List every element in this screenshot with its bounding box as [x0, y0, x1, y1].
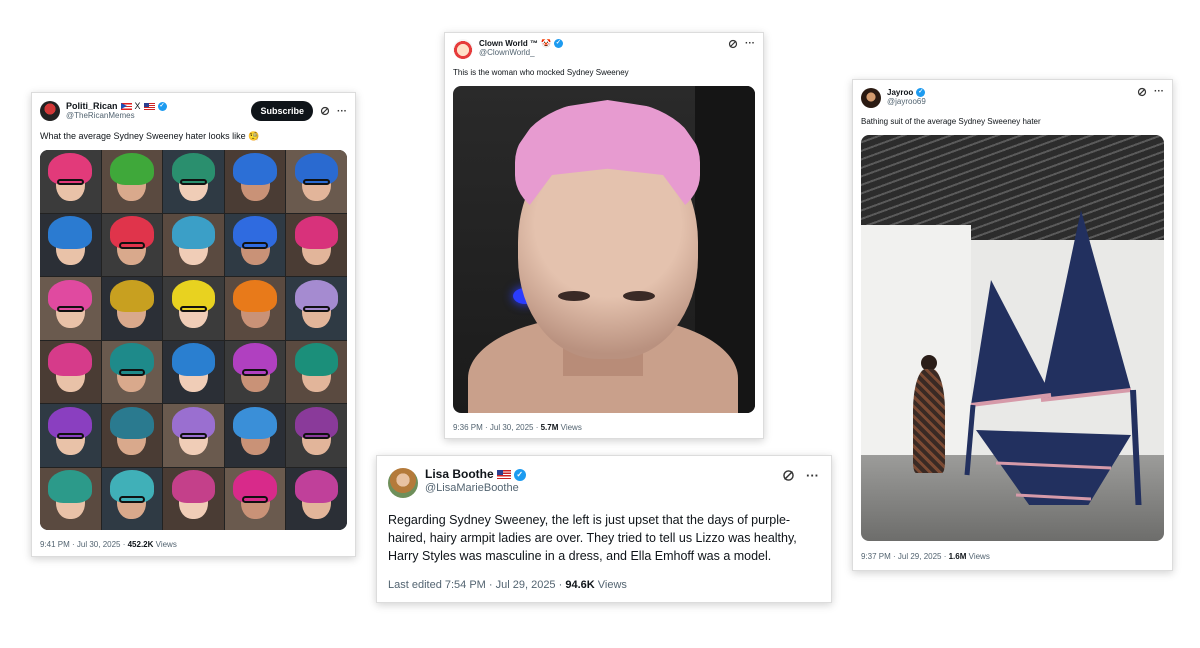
puerto-rico-flag-icon: [120, 102, 132, 110]
views-count: 452.2K: [127, 540, 154, 549]
grok-icon[interactable]: [728, 39, 738, 49]
timestamp[interactable]: 9:36 PM · Jul 30, 2025 ·: [453, 423, 541, 432]
avatar[interactable]: [40, 101, 60, 121]
collage-portrait: [101, 340, 163, 403]
display-name[interactable]: Jayroo: [887, 88, 913, 97]
collage-portrait: [286, 404, 347, 467]
photo-eye-right: [623, 291, 655, 301]
tweet-meta: 9:36 PM · Jul 30, 2025 · 5.7M Views: [453, 423, 582, 432]
collage-portrait: [40, 277, 101, 340]
more-options-icon[interactable]: ···: [806, 468, 819, 483]
collage-portrait: [101, 150, 163, 213]
more-options-icon[interactable]: ···: [745, 38, 755, 49]
handle[interactable]: @ClownWorld_: [479, 48, 563, 57]
verified-badge-icon: ✓: [513, 468, 526, 481]
timestamp[interactable]: 9:41 PM · Jul 30, 2025 ·: [40, 540, 128, 549]
tweet-text: Regarding Sydney Sweeney, the left is ju…: [388, 513, 797, 563]
timestamp[interactable]: Last edited 7:54 PM · Jul 29, 2025 ·: [388, 579, 565, 591]
collage-portrait: [286, 150, 347, 213]
collage-portrait: [40, 467, 101, 530]
more-options-icon[interactable]: ···: [1154, 86, 1164, 97]
verified-badge-icon: ✓: [553, 39, 563, 49]
grok-icon[interactable]: [782, 469, 795, 482]
views-label: Views: [558, 423, 582, 432]
timestamp[interactable]: 9:37 PM · Jul 29, 2025 ·: [861, 552, 949, 561]
collage-portrait: [286, 467, 347, 530]
collage-portrait: [101, 277, 163, 340]
views-count: 94.6K: [565, 579, 595, 591]
collage-portrait: [224, 467, 286, 530]
collage-portrait: [101, 213, 163, 276]
tweet-header: Jayroo ✓ @jayroo69: [861, 88, 926, 108]
subscribe-button[interactable]: Subscribe: [251, 101, 313, 121]
us-flag-icon: [496, 470, 511, 480]
collage-portrait: [101, 467, 163, 530]
grok-icon[interactable]: [320, 106, 330, 116]
views-count: 1.6M: [948, 552, 967, 561]
avatar[interactable]: [388, 468, 418, 498]
photo-person: [909, 355, 949, 477]
collage-portrait: [163, 213, 224, 276]
tweet-text: Bathing suit of the average Sydney Sween…: [861, 117, 1041, 126]
handle[interactable]: @TheRicanMemes: [66, 111, 167, 120]
tweet-header: Lisa Boothe ✓ @LisaMarieBoothe: [388, 467, 526, 498]
name-suffix: X: [134, 101, 141, 111]
collage-portrait: [224, 213, 286, 276]
tweet-card-clown-world[interactable]: Clown World ™ 🤡 ✓ @ClownWorld_ ··· This …: [444, 32, 764, 439]
verified-badge-icon: ✓: [157, 101, 167, 111]
tweet-card-lisa-boothe[interactable]: Lisa Boothe ✓ @LisaMarieBoothe ··· Regar…: [376, 455, 832, 603]
tweet-meta: Last edited 7:54 PM · Jul 29, 2025 · 94.…: [388, 579, 627, 591]
clown-emoji-icon: 🤡: [540, 39, 551, 48]
handle[interactable]: @jayroo69: [887, 97, 926, 106]
more-options-icon[interactable]: ···: [337, 106, 347, 117]
us-flag-icon: [143, 102, 155, 110]
collage-portrait: [286, 340, 347, 403]
collage-portrait: [163, 150, 224, 213]
collage-portrait: [163, 277, 224, 340]
handle[interactable]: @LisaMarieBoothe: [425, 482, 526, 495]
views-label: Views: [153, 540, 177, 549]
views-count: 5.7M: [540, 423, 559, 432]
tweet-image-photo[interactable]: [861, 135, 1164, 541]
views-label: Views: [594, 579, 627, 591]
tweet-card-politi-rican[interactable]: Politi_Rican X ✓ @TheRicanMemes Subscrib…: [31, 92, 356, 557]
tweet-text: This is the woman who mocked Sydney Swee…: [453, 68, 629, 77]
collage-portrait: [40, 213, 101, 276]
collage-portrait: [163, 340, 224, 403]
avatar[interactable]: [861, 88, 881, 108]
collage-portrait: [163, 467, 224, 530]
collage-portrait: [224, 340, 286, 403]
collage-portrait: [286, 277, 347, 340]
tweet-meta: 9:41 PM · Jul 30, 2025 · 452.2K Views: [40, 540, 177, 549]
tweet-card-jayroo[interactable]: Jayroo ✓ @jayroo69 ··· Bathing suit of t…: [852, 79, 1173, 571]
photo-eye-left: [558, 291, 590, 301]
views-label: Views: [966, 552, 990, 561]
collage-portrait: [224, 150, 286, 213]
collage-portrait: [101, 404, 163, 467]
collage-portrait: [224, 404, 286, 467]
collage-portrait: [40, 150, 101, 213]
tweet-text: What the average Sydney Sweeney hater lo…: [40, 131, 260, 141]
tweet-meta: 9:37 PM · Jul 29, 2025 · 1.6M Views: [861, 552, 990, 561]
collage-portrait: [40, 340, 101, 403]
grok-icon[interactable]: [1137, 87, 1147, 97]
collage-grid: [40, 150, 347, 530]
collage-portrait: [163, 404, 224, 467]
collage-portrait: [224, 277, 286, 340]
verified-badge-icon: ✓: [916, 88, 926, 98]
display-name[interactable]: Politi_Rican: [66, 101, 118, 111]
display-name[interactable]: Lisa Boothe: [425, 467, 494, 482]
tweet-image-photo[interactable]: [453, 86, 755, 413]
collage-portrait: [286, 213, 347, 276]
bikini-artwork: [964, 210, 1142, 505]
tweet-header: Clown World ™ 🤡 ✓ @ClownWorld_: [453, 39, 563, 59]
tweet-image-collage[interactable]: [40, 150, 347, 530]
display-name[interactable]: Clown World ™: [479, 39, 538, 48]
tweet-header: Politi_Rican X ✓ @TheRicanMemes: [40, 101, 167, 121]
collage-portrait: [40, 404, 101, 467]
avatar[interactable]: [453, 39, 473, 59]
